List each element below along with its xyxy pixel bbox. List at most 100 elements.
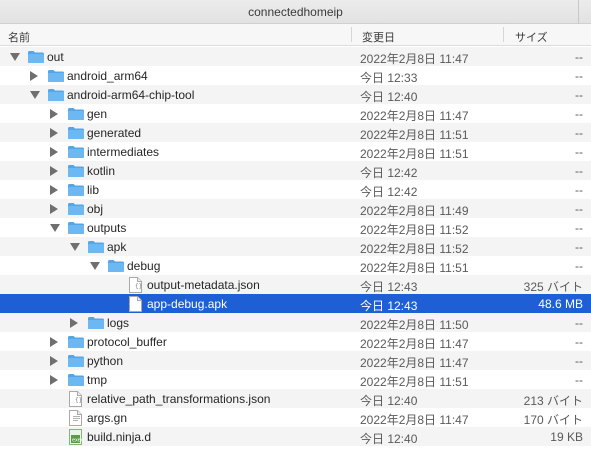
file-size: --	[575, 126, 583, 140]
file-row[interactable]: debug 2022年2月8日 11:51 --	[0, 256, 591, 275]
file-size: --	[575, 373, 583, 387]
modified-date: 2022年2月8日 11:52	[360, 242, 469, 256]
file-row[interactable]: lib 今日 12:42 --	[0, 180, 591, 199]
disclosure-collapsed-icon[interactable]	[50, 375, 58, 385]
file-name: apk	[107, 240, 127, 254]
file-name: out	[47, 50, 64, 64]
file-name: output-metadata.json	[147, 278, 260, 292]
file-size: --	[575, 183, 583, 197]
svg-text:{}: {}	[75, 397, 82, 404]
file-name: android-arm64-chip-tool	[67, 88, 195, 102]
disclosure-collapsed-icon[interactable]	[50, 147, 58, 157]
disclosure-collapsed-icon[interactable]	[50, 204, 58, 214]
file-row[interactable]: exec build.ninja.d 今日 12:40 19 KB	[0, 427, 591, 446]
folder-icon	[67, 221, 85, 235]
disclosure-collapsed-icon[interactable]	[50, 356, 58, 366]
window-edge	[578, 0, 585, 24]
file-name: lib	[87, 183, 100, 197]
column-divider[interactable]	[503, 27, 504, 42]
file-row[interactable]: intermediates 2022年2月8日 11:51 --	[0, 142, 591, 161]
script-file-icon: exec	[69, 429, 84, 448]
modified-date: 今日 12:43	[360, 280, 418, 294]
file-size: --	[575, 240, 583, 254]
file-row[interactable]: logs 2022年2月8日 11:50 --	[0, 313, 591, 332]
file-name: android_arm64	[67, 69, 148, 83]
window-title: connectedhomeip	[248, 5, 343, 19]
modified-date: 今日 12:43	[360, 299, 418, 313]
file-size: --	[575, 259, 583, 273]
file-row[interactable]: outputs 2022年2月8日 11:52 --	[0, 218, 591, 237]
file-row[interactable]: android-arm64-chip-tool 今日 12:40 --	[0, 85, 591, 104]
disclosure-expanded-icon[interactable]	[70, 243, 80, 251]
file-name: kotlin	[87, 164, 116, 178]
file-list: out 2022年2月8日 11:47 -- android_arm64 今日 12:3…	[0, 47, 591, 446]
folder-icon	[67, 202, 85, 216]
folder-icon	[87, 240, 105, 254]
modified-date: 2022年2月8日 11:47	[360, 109, 469, 123]
file-name: logs	[107, 316, 130, 330]
column-header-name[interactable]: 名前	[8, 29, 30, 45]
file-name: tmp	[87, 373, 108, 387]
folder-icon	[27, 50, 45, 64]
disclosure-collapsed-icon[interactable]	[30, 71, 38, 81]
file-name: build.ninja.d	[87, 430, 152, 444]
file-row[interactable]: protocol_buffer 2022年2月8日 11:47 --	[0, 332, 591, 351]
disclosure-collapsed-icon[interactable]	[50, 128, 58, 138]
file-size: --	[575, 221, 583, 235]
file-row[interactable]: kotlin 今日 12:42 --	[0, 161, 591, 180]
svg-text:exec: exec	[72, 438, 82, 444]
disclosure-expanded-icon[interactable]	[90, 262, 100, 270]
file-row[interactable]: generated 2022年2月8日 11:51 --	[0, 123, 591, 142]
file-row[interactable]: {} output-metadata.json 今日 12:43 325 バイト	[0, 275, 591, 294]
file-name: debug	[127, 259, 161, 273]
column-header-size[interactable]: サイズ	[515, 29, 548, 45]
modified-date: 2022年2月8日 11:47	[360, 337, 469, 351]
folder-icon	[67, 164, 85, 178]
modified-date: 今日 12:40	[360, 432, 418, 446]
file-name: protocol_buffer	[87, 335, 167, 349]
file-size: 325 バイト	[523, 280, 583, 294]
column-header: 名前 変更日 サイズ	[0, 24, 591, 46]
file-size: 48.6 MB	[538, 297, 583, 311]
modified-date: 今日 12:42	[360, 185, 418, 199]
disclosure-collapsed-icon[interactable]	[50, 185, 58, 195]
disclosure-collapsed-icon[interactable]	[50, 109, 58, 119]
modified-date: 2022年2月8日 11:51	[360, 261, 469, 275]
column-header-date[interactable]: 変更日	[362, 29, 395, 45]
folder-icon	[67, 107, 85, 121]
modified-date: 2022年2月8日 11:47	[360, 356, 469, 370]
disclosure-expanded-icon[interactable]	[10, 53, 20, 61]
modified-date: 2022年2月8日 11:51	[360, 375, 469, 389]
file-row[interactable]: python 2022年2月8日 11:47 --	[0, 351, 591, 370]
file-name: relative_path_transformations.json	[87, 392, 271, 406]
disclosure-expanded-icon[interactable]	[30, 91, 40, 99]
modified-date: 2022年2月8日 11:49	[360, 204, 469, 218]
disclosure-collapsed-icon[interactable]	[50, 166, 58, 176]
file-size: --	[575, 164, 583, 178]
file-row[interactable]: {} relative_path_transformations.json 今日 1…	[0, 389, 591, 408]
disclosure-collapsed-icon[interactable]	[50, 337, 58, 347]
modified-date: 2022年2月8日 11:51	[360, 147, 469, 161]
file-row[interactable]: args.gn 2022年2月8日 11:47 170 バイト	[0, 408, 591, 427]
file-row[interactable]: obj 2022年2月8日 11:49 --	[0, 199, 591, 218]
file-name: app-debug.apk	[147, 297, 228, 311]
modified-date: 今日 12:42	[360, 166, 418, 180]
file-row[interactable]: out 2022年2月8日 11:47 --	[0, 47, 591, 66]
file-row[interactable]: app-debug.apk 今日 12:43 48.6 MB	[0, 294, 591, 313]
column-divider[interactable]	[351, 27, 352, 42]
file-name: args.gn	[87, 411, 128, 425]
file-size: --	[575, 88, 583, 102]
modified-date: 2022年2月8日 11:50	[360, 318, 469, 332]
file-size: --	[575, 107, 583, 121]
window-titlebar: connectedhomeip	[0, 0, 591, 24]
file-row[interactable]: android_arm64 今日 12:33 --	[0, 66, 591, 85]
file-row[interactable]: tmp 2022年2月8日 11:51 --	[0, 370, 591, 389]
folder-icon	[107, 259, 125, 273]
disclosure-expanded-icon[interactable]	[50, 224, 60, 232]
file-row[interactable]: gen 2022年2月8日 11:47 --	[0, 104, 591, 123]
modified-date: 2022年2月8日 11:47	[360, 413, 469, 427]
disclosure-collapsed-icon[interactable]	[70, 318, 78, 328]
file-row[interactable]: apk 2022年2月8日 11:52 --	[0, 237, 591, 256]
file-size: --	[575, 202, 583, 216]
folder-icon	[67, 126, 85, 140]
